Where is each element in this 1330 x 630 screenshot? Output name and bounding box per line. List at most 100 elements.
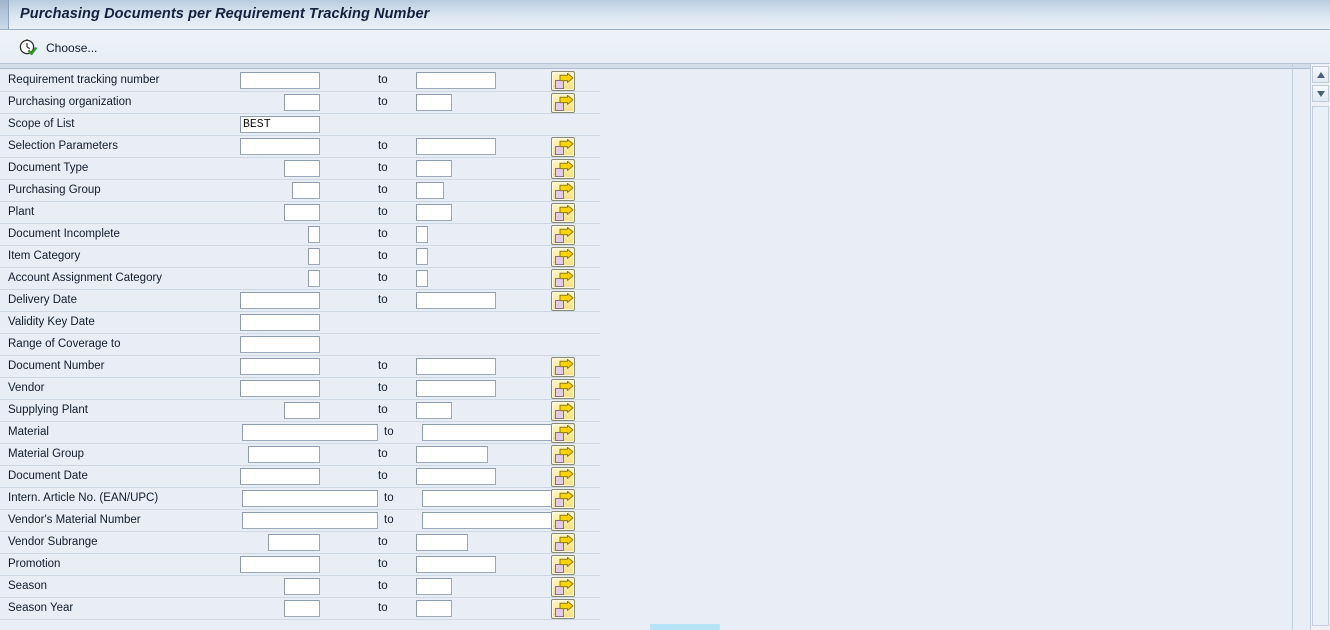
selection-high-input[interactable] xyxy=(416,226,428,243)
selection-low-input[interactable] xyxy=(284,402,320,419)
multiple-selection-button[interactable] xyxy=(551,203,575,223)
range-to-label: to xyxy=(378,536,388,548)
selection-row: Season to xyxy=(0,576,600,598)
multiple-selection-arrow-icon xyxy=(554,138,574,156)
selection-high-input[interactable] xyxy=(416,556,496,573)
multiple-selection-button[interactable] xyxy=(551,71,575,91)
selection-low-input[interactable] xyxy=(308,226,320,243)
selection-row-label: Purchasing Group xyxy=(8,184,101,196)
range-to-label: to xyxy=(378,448,388,460)
selection-high-input[interactable] xyxy=(416,160,452,177)
selection-high-input[interactable] xyxy=(416,72,496,89)
multiple-selection-button[interactable] xyxy=(551,577,575,597)
vertical-scrollbar[interactable] xyxy=(1310,64,1330,630)
selection-high-input[interactable] xyxy=(416,446,488,463)
selection-row-label: Vendor's Material Number xyxy=(8,514,141,526)
multiple-selection-arrow-icon xyxy=(554,446,574,464)
selection-low-input[interactable] xyxy=(240,116,320,133)
selection-high-input[interactable] xyxy=(416,578,452,595)
selection-row: Purchasing Group to xyxy=(0,180,600,202)
page-title: Purchasing Documents per Requirement Tra… xyxy=(20,6,430,22)
scroll-up-button[interactable] xyxy=(1312,66,1329,83)
selection-low-input[interactable] xyxy=(240,314,320,331)
selection-row-label: Document Type xyxy=(8,162,89,174)
multiple-selection-button[interactable] xyxy=(551,269,575,289)
scroll-down-button[interactable] xyxy=(1312,85,1329,102)
multiple-selection-button[interactable] xyxy=(551,379,575,399)
selection-low-input[interactable] xyxy=(240,336,320,353)
window-title-bar: Purchasing Documents per Requirement Tra… xyxy=(0,0,1330,30)
selection-low-input[interactable] xyxy=(240,138,320,155)
selection-low-input[interactable] xyxy=(240,380,320,397)
choose-button[interactable]: Choose... xyxy=(12,34,104,62)
multiple-selection-button[interactable] xyxy=(551,511,575,531)
selection-criteria-form: Requirement tracking number to Purchasing … xyxy=(0,70,600,620)
multiple-selection-button[interactable] xyxy=(551,181,575,201)
selection-high-input[interactable] xyxy=(416,248,428,265)
selection-high-input[interactable] xyxy=(416,94,452,111)
selection-low-input[interactable] xyxy=(308,270,320,287)
selection-low-input[interactable] xyxy=(240,72,320,89)
selection-low-input[interactable] xyxy=(284,160,320,177)
multiple-selection-button[interactable] xyxy=(551,357,575,377)
multiple-selection-button[interactable] xyxy=(551,599,575,619)
selection-low-input[interactable] xyxy=(284,600,320,617)
multiple-selection-arrow-icon xyxy=(554,534,574,552)
selection-low-input[interactable] xyxy=(242,490,378,507)
horizontal-scrollbar-thumb[interactable] xyxy=(650,624,720,630)
selection-high-input[interactable] xyxy=(416,138,496,155)
selection-high-input[interactable] xyxy=(416,402,452,419)
multiple-selection-button[interactable] xyxy=(551,445,575,465)
multiple-selection-button[interactable] xyxy=(551,291,575,311)
selection-low-input[interactable] xyxy=(284,94,320,111)
selection-high-input[interactable] xyxy=(416,182,444,199)
selection-high-input[interactable] xyxy=(422,490,558,507)
selection-low-input[interactable] xyxy=(240,292,320,309)
multiple-selection-button[interactable] xyxy=(551,93,575,113)
application-toolbar: Choose... © www.tutorialkart.com xyxy=(0,30,1330,91)
selection-low-input[interactable] xyxy=(242,512,378,529)
selection-high-input[interactable] xyxy=(416,468,496,485)
range-to-label: to xyxy=(378,404,388,416)
selection-row: Document Number to xyxy=(0,356,600,378)
selection-high-input[interactable] xyxy=(422,424,558,441)
selection-low-input[interactable] xyxy=(242,424,378,441)
multiple-selection-arrow-icon xyxy=(554,358,574,376)
selection-high-input[interactable] xyxy=(416,270,428,287)
selection-row: Supplying Plant to xyxy=(0,400,600,422)
multiple-selection-button[interactable] xyxy=(551,137,575,157)
selection-low-input[interactable] xyxy=(284,578,320,595)
selection-low-input[interactable] xyxy=(268,534,320,551)
selection-low-input[interactable] xyxy=(240,468,320,485)
selection-high-input[interactable] xyxy=(416,358,496,375)
multiple-selection-button[interactable] xyxy=(551,159,575,179)
selection-high-input[interactable] xyxy=(416,534,468,551)
multiple-selection-button[interactable] xyxy=(551,555,575,575)
horizontal-scrollbar[interactable] xyxy=(0,622,1310,630)
scroll-down-arrow-icon xyxy=(1317,91,1325,97)
selection-high-input[interactable] xyxy=(416,204,452,221)
selection-high-input[interactable] xyxy=(416,380,496,397)
range-to-label: to xyxy=(378,206,388,218)
selection-low-input[interactable] xyxy=(240,556,320,573)
selection-high-input[interactable] xyxy=(416,292,496,309)
selection-low-input[interactable] xyxy=(308,248,320,265)
selection-low-input[interactable] xyxy=(248,446,320,463)
multiple-selection-button[interactable] xyxy=(551,401,575,421)
selection-low-input[interactable] xyxy=(284,204,320,221)
selection-row-label: Supplying Plant xyxy=(8,404,88,416)
multiple-selection-button[interactable] xyxy=(551,533,575,553)
selection-high-input[interactable] xyxy=(422,512,558,529)
multiple-selection-button[interactable] xyxy=(551,225,575,245)
multiple-selection-button[interactable] xyxy=(551,247,575,267)
selection-low-input[interactable] xyxy=(240,358,320,375)
scroll-up-arrow-icon xyxy=(1317,72,1325,78)
multiple-selection-button[interactable] xyxy=(551,489,575,509)
vertical-scrollbar-track[interactable] xyxy=(1312,106,1329,626)
range-to-label: to xyxy=(378,184,388,196)
selection-row: Document Date to xyxy=(0,466,600,488)
selection-low-input[interactable] xyxy=(292,182,320,199)
multiple-selection-button[interactable] xyxy=(551,423,575,443)
multiple-selection-button[interactable] xyxy=(551,467,575,487)
selection-high-input[interactable] xyxy=(416,600,452,617)
